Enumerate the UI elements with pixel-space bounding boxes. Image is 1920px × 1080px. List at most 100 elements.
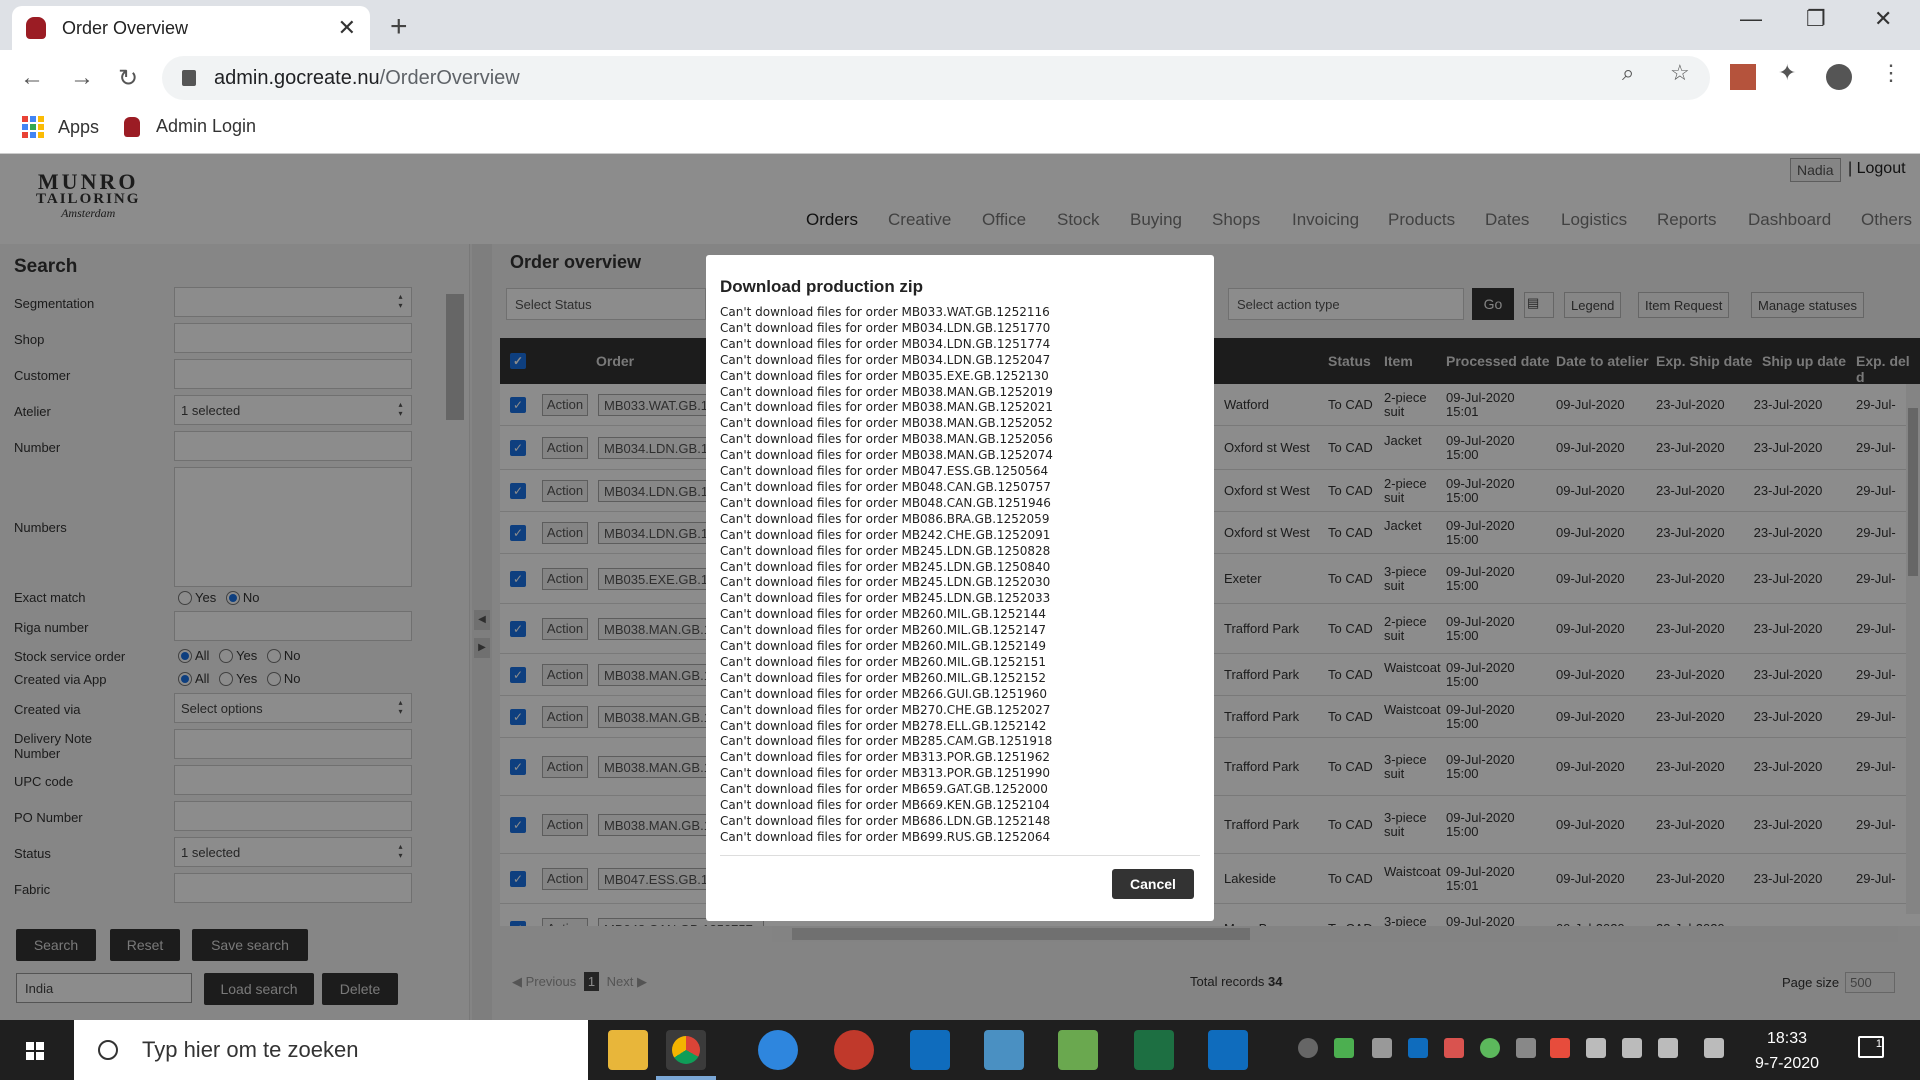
error-message: Can't download files for order MB038.MAN… <box>720 432 1053 447</box>
error-message: Can't download files for order MB313.POR… <box>720 750 1050 765</box>
error-message: Can't download files for order MB278.ELL… <box>720 718 1047 733</box>
link-tray-icon[interactable] <box>1372 1038 1392 1058</box>
lock-icon <box>182 70 196 86</box>
bookmark-admin-label: Admin Login <box>156 116 257 136</box>
browser-tab-bar: Order Overview ✕ + — ❐ ✕ <box>0 0 1920 50</box>
dialog-title: Download production zip <box>720 277 924 296</box>
file-manager-icon[interactable] <box>1058 1030 1098 1070</box>
clock-date: 9-7-2020 <box>1754 1055 1820 1072</box>
pdf-extension-icon[interactable] <box>1730 64 1756 90</box>
profile-icon[interactable] <box>1826 64 1852 90</box>
error-message: Can't download files for order MB034.LDN… <box>720 352 1051 367</box>
file-explorer-icon[interactable] <box>608 1030 648 1070</box>
error-message: Can't download files for order MB035.EXE… <box>720 368 1049 383</box>
battery-tray-icon[interactable] <box>1586 1038 1606 1058</box>
bookmark-apps-label: Apps <box>58 116 100 137</box>
app-icon[interactable] <box>984 1030 1024 1070</box>
error-message: Can't download files for order MB260.MIL… <box>720 670 1046 685</box>
error-message: Can't download files for order MB245.LDN… <box>720 559 1051 574</box>
minimize-icon[interactable]: — <box>1740 6 1762 32</box>
close-window-icon[interactable]: ✕ <box>1874 6 1892 32</box>
apps-grid-icon <box>22 116 44 138</box>
volume-tray-icon[interactable] <box>1658 1038 1678 1058</box>
taskbar-search[interactable]: Typ hier om te zoeken <box>74 1020 588 1080</box>
site-favicon-icon <box>26 17 46 39</box>
error-message: Can't download files for order MB047.ESS… <box>720 464 1049 479</box>
url-host: admin.gocreate.nu <box>214 66 380 89</box>
download-zip-dialog: Download production zip Can't download f… <box>706 255 1214 921</box>
bookmark-admin-login[interactable]: Admin Login <box>124 116 256 137</box>
windows-taskbar: Typ hier om te zoeken 18:33 9-7-2020 1 <box>0 1020 1920 1080</box>
outlook-2-icon[interactable] <box>1208 1030 1248 1070</box>
active-app-indicator <box>656 1076 716 1080</box>
display-tray-icon[interactable] <box>1622 1038 1642 1058</box>
browser-toolbar: ← → ↻ admin.gocreate.nu/OrderOverview ⌕ … <box>0 50 1920 106</box>
error-message: Can't download files for order MB033.WAT… <box>720 305 1050 319</box>
chrome-logo-icon <box>672 1036 700 1064</box>
error-message: Can't download files for order MB260.MIL… <box>720 623 1046 638</box>
skype-tray-icon[interactable] <box>1298 1038 1318 1058</box>
start-icon[interactable] <box>26 1042 44 1060</box>
browser-tab[interactable]: Order Overview ✕ <box>12 6 370 50</box>
cancel-button[interactable]: Cancel <box>1112 869 1194 899</box>
notification-center-icon[interactable]: 1 <box>1858 1036 1884 1058</box>
error-message: Can't download files for order MB266.GUI… <box>720 686 1047 701</box>
bookmark-star-icon[interactable]: ☆ <box>1670 60 1690 86</box>
reload-icon[interactable]: ↻ <box>118 64 138 93</box>
error-message: Can't download files for order MB669.KEN… <box>720 798 1050 813</box>
clock-time: 18:33 <box>1766 1030 1808 1047</box>
error-message: Can't download files for order MB034.LDN… <box>720 320 1051 335</box>
shield-tray-icon[interactable] <box>1444 1038 1464 1058</box>
error-message: Can't download files for order MB245.LDN… <box>720 591 1051 606</box>
error-message: Can't download files for order MB260.MIL… <box>720 639 1046 654</box>
menu-icon[interactable]: ⋮ <box>1880 60 1902 86</box>
error-message: Can't download files for order MB038.MAN… <box>720 384 1053 399</box>
error-message: Can't download files for order MB260.MIL… <box>720 607 1046 622</box>
network-tray-icon[interactable] <box>1516 1038 1536 1058</box>
snipping-tool-icon[interactable] <box>834 1030 874 1070</box>
admin-favicon-icon <box>124 116 140 137</box>
pen-tray-icon[interactable] <box>1704 1038 1724 1058</box>
error-message: Can't download files for order MB086.BRA… <box>720 511 1050 526</box>
address-bar[interactable]: admin.gocreate.nu/OrderOverview <box>162 56 1710 100</box>
error-message: Can't download files for order MB242.CHE… <box>720 527 1051 542</box>
error-message: Can't download files for order MB270.CHE… <box>720 702 1051 717</box>
excel-icon[interactable] <box>1134 1030 1174 1070</box>
error-message: Can't download files for order MB038.MAN… <box>720 448 1053 463</box>
error-message: Can't download files for order MB285.CAM… <box>720 734 1053 749</box>
error-message: Can't download files for order MB038.MAN… <box>720 416 1053 431</box>
taskbar-clock[interactable]: 18:33 9-7-2020 <box>1728 1026 1846 1076</box>
error-message: Can't download files for order MB245.LDN… <box>720 543 1051 558</box>
error-message: Can't download files for order MB038.MAN… <box>720 400 1053 415</box>
error-message: Can't download files for order MB686.LDN… <box>720 814 1051 828</box>
extensions-icon[interactable]: ✦ <box>1778 60 1796 86</box>
tab-title: Order Overview <box>62 17 189 38</box>
internet-explorer-icon[interactable] <box>758 1030 798 1070</box>
chrome-taskbar-icon[interactable] <box>666 1030 706 1070</box>
bookmarks-bar: Apps Admin Login <box>0 106 1920 154</box>
outlook-icon[interactable] <box>910 1030 950 1070</box>
error-message: Can't download files for order MB245.LDN… <box>720 575 1051 590</box>
error-message: Can't download files for order MB699.RUS… <box>720 829 1051 844</box>
mute-tray-icon[interactable] <box>1550 1038 1570 1058</box>
dialog-divider <box>720 855 1200 856</box>
outlook-tray-icon[interactable] <box>1408 1038 1428 1058</box>
error-message: Can't download files for order MB034.LDN… <box>720 336 1051 351</box>
error-message: Can't download files for order MB313.POR… <box>720 766 1050 781</box>
zoom-icon[interactable]: ⌕ <box>1622 60 1634 86</box>
error-message-list: Can't download files for order MB033.WAT… <box>720 305 1200 846</box>
sync-tray-icon[interactable] <box>1480 1038 1500 1058</box>
error-message: Can't download files for order MB260.MIL… <box>720 654 1046 669</box>
restore-icon[interactable]: ❐ <box>1806 6 1826 32</box>
url-path: /OrderOverview <box>379 66 520 89</box>
notification-count: 1 <box>1875 1038 1882 1050</box>
security-tray-icon[interactable] <box>1334 1038 1354 1058</box>
close-tab-icon[interactable]: ✕ <box>338 15 356 41</box>
new-tab-icon[interactable]: + <box>390 10 408 44</box>
forward-icon[interactable]: → <box>70 64 94 92</box>
back-icon[interactable]: ← <box>20 64 44 92</box>
error-message: Can't download files for order MB048.CAN… <box>720 495 1051 510</box>
taskbar-search-placeholder: Typ hier om te zoeken <box>142 1037 359 1062</box>
search-icon <box>98 1040 118 1060</box>
bookmark-apps[interactable]: Apps <box>22 116 99 138</box>
